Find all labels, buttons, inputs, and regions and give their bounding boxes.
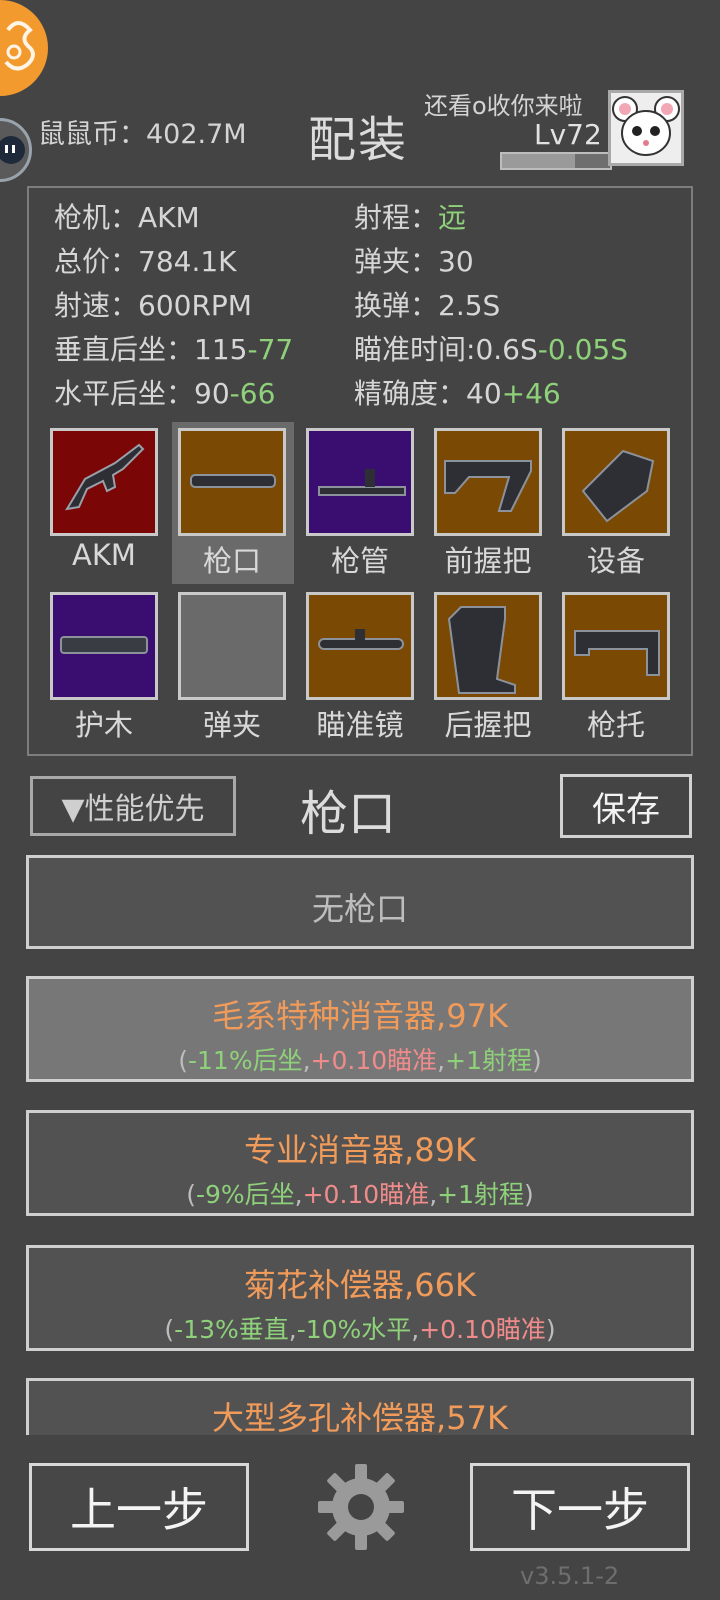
item-name: 无枪口 (311, 890, 408, 928)
swirl-logo-icon (4, 21, 35, 71)
stat-total-price: 总价：784.1K (54, 245, 237, 278)
item-name: 菊花补偿器,66K (244, 1266, 476, 1304)
next-step-button[interactable]: 下一步 (470, 1463, 690, 1551)
mouse-avatar-icon (612, 96, 680, 156)
list-item[interactable]: 大型多孔补偿器,57K (26, 1378, 694, 1435)
slot-label-magazine: 弹夹 (202, 708, 261, 742)
slot-barrel[interactable] (306, 428, 414, 536)
item-name: 专业消音器,89K (244, 1131, 476, 1169)
category-title: 枪口 (300, 786, 397, 842)
stat-fire-rate: 射速：600RPM (54, 289, 252, 322)
slot-label-scope: 瞄准镜 (316, 708, 404, 742)
stat-aim-time: 瞄准时间:0.6S-0.05S (354, 333, 628, 366)
list-item-selected[interactable]: 毛系特种消音器,97K (-11%后坐,+0.10瞄准,+1射程) (26, 976, 694, 1082)
foregrip-icon (444, 460, 532, 512)
stat-horizontal-recoil: 水平后坐：90-66 (54, 377, 276, 410)
device-icon (581, 449, 655, 523)
akm-rifle-icon (65, 443, 145, 511)
muzzle-icon (190, 474, 276, 488)
slot-scope[interactable] (306, 592, 414, 700)
slot-akm[interactable] (50, 428, 158, 536)
side-drawer-handle[interactable] (0, 118, 32, 182)
slot-foregrip[interactable] (434, 428, 542, 536)
slot-label-device: 设备 (586, 544, 645, 578)
handguard-icon (60, 636, 148, 654)
slot-label-muzzle: 枪口 (202, 544, 261, 578)
slot-pistol-grip[interactable] (434, 592, 542, 700)
item-effects: (-11%后坐,+0.10瞄准,+1射程) (178, 1046, 542, 1075)
face-icon (0, 136, 25, 164)
list-item[interactable]: 专业消音器,89K (-9%后坐,+0.10瞄准,+1射程) (26, 1110, 694, 1216)
list-item-no-muzzle[interactable]: 无枪口 (26, 855, 694, 949)
stock-icon (574, 630, 660, 676)
slot-handguard[interactable] (50, 592, 158, 700)
slot-label-handguard: 护木 (74, 708, 133, 742)
menu-fab-button[interactable] (0, 0, 48, 96)
stat-magazine: 弹夹：30 (354, 245, 474, 278)
attachment-list[interactable]: 无枪口 毛系特种消音器,97K (-11%后坐,+0.10瞄准,+1射程) 专业… (26, 855, 694, 1435)
stat-vertical-recoil: 垂直后坐：115-77 (54, 333, 294, 366)
slot-muzzle[interactable] (178, 428, 286, 536)
settings-button[interactable] (316, 1462, 406, 1552)
save-button[interactable]: 保存 (560, 774, 692, 838)
item-effects: (-9%后坐,+0.10瞄准,+1射程) (186, 1180, 534, 1209)
slot-device[interactable] (562, 428, 670, 536)
slot-label-foregrip: 前握把 (444, 544, 532, 578)
list-item[interactable]: 菊花补偿器,66K (-13%垂直,-10%水平,+0.10瞄准) (26, 1245, 694, 1351)
slot-magazine[interactable] (178, 592, 286, 700)
pistol-grip-icon (447, 606, 516, 694)
stat-accuracy: 精确度：40+46 (354, 377, 561, 410)
sort-dropdown[interactable]: ▼性能优先 (30, 776, 236, 836)
item-name: 大型多孔补偿器,57K (212, 1399, 508, 1435)
page-title: 配装 (308, 112, 409, 168)
slot-label-pistol-grip: 后握把 (444, 708, 532, 742)
xp-bar (500, 152, 612, 170)
scope-icon (318, 629, 404, 650)
player-level: Lv72 (534, 118, 602, 151)
slot-stock[interactable] (562, 592, 670, 700)
item-name: 毛系特种消音器,97K (212, 997, 508, 1035)
stat-range: 射程：远 (354, 201, 467, 234)
xp-bar-fill (502, 154, 576, 168)
version-label: v3.5.1-2 (520, 1562, 620, 1590)
avatar[interactable] (608, 90, 684, 166)
slot-label-stock: 枪托 (586, 708, 645, 742)
player-name: 还看o收你来啦 (424, 92, 583, 120)
previous-step-button[interactable]: 上一步 (29, 1463, 249, 1551)
item-effects: (-13%垂直,-10%水平,+0.10瞄准) (164, 1315, 556, 1344)
slot-label-barrel: 枪管 (330, 544, 389, 578)
barrel-icon (318, 469, 406, 496)
gear-icon (318, 1464, 404, 1550)
stat-reload: 换弹：2.5S (354, 289, 501, 322)
coins-balance: 鼠鼠币：402.7M (38, 119, 247, 150)
stat-gun: 枪机：AKM (54, 201, 200, 234)
slot-label-akm: AKM (72, 538, 136, 572)
